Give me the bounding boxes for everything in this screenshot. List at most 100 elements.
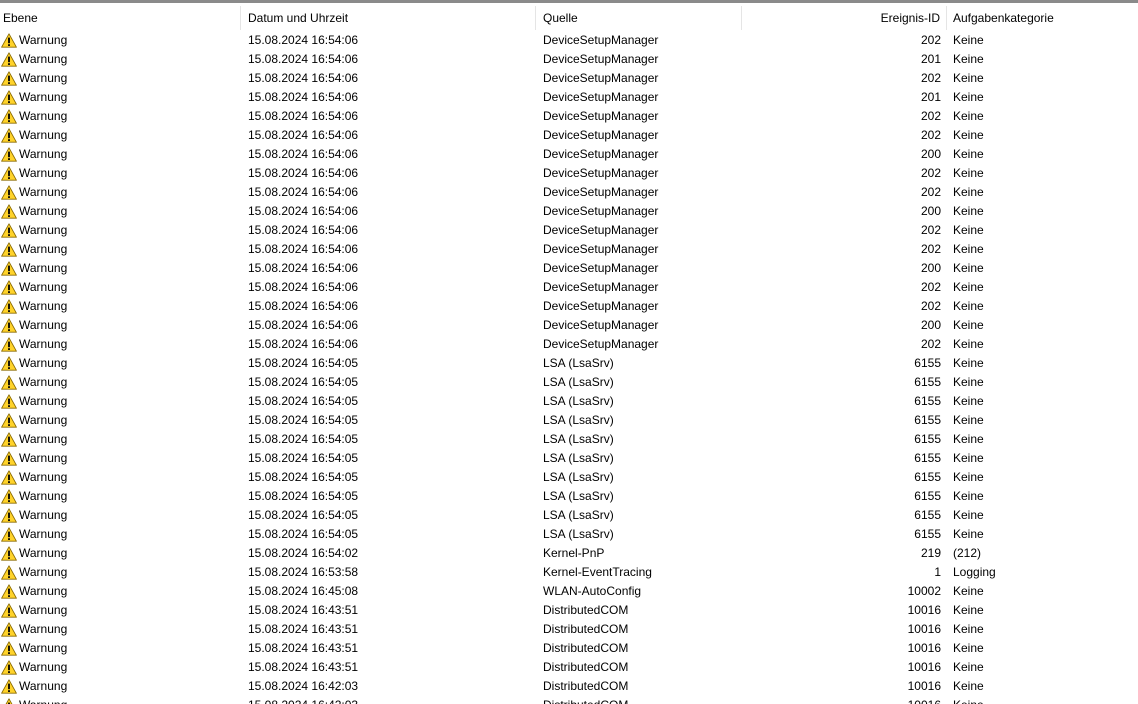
cell-datetime: 15.08.2024 16:54:02 <box>248 546 359 560</box>
cell-task-category: Keine <box>953 394 984 408</box>
table-row[interactable]: Warnung 15.08.2024 16:54:06 DeviceSetupMan… <box>0 297 1138 316</box>
table-row[interactable]: Warnung 15.08.2024 16:54:06 DeviceSetupMan… <box>0 316 1138 335</box>
cell-task-category: Keine <box>953 261 984 275</box>
level-label: Warnung <box>19 223 68 237</box>
cell-event-id: 202 <box>920 71 941 85</box>
cell-task-category: Keine <box>953 470 984 484</box>
cell-event-id: 10016 <box>742 696 947 704</box>
table-row[interactable]: Warnung 15.08.2024 16:54:06 DeviceSetupMan… <box>0 50 1138 69</box>
cell-level: Warnung <box>0 544 241 563</box>
table-row[interactable]: Warnung 15.08.2024 16:54:06 DeviceSetupMan… <box>0 88 1138 107</box>
cell-task-category: Keine <box>953 147 984 161</box>
cell-event-id: 202 <box>920 109 941 123</box>
table-row[interactable]: Warnung 15.08.2024 16:53:58 Kernel-EventTr… <box>0 563 1138 582</box>
table-row[interactable]: Warnung 15.08.2024 16:54:05 LSA (LsaSrv) 61… <box>0 373 1138 392</box>
table-row[interactable]: Warnung 15.08.2024 16:43:51 DistributedCOM… <box>0 658 1138 677</box>
cell-event-id: 6155 <box>914 451 941 465</box>
cell-level: Warnung <box>0 525 241 544</box>
cell-source: DeviceSetupManager <box>543 147 659 161</box>
event-rows: Warnung 15.08.2024 16:54:06 DeviceSetupMan… <box>0 31 1138 704</box>
table-row[interactable]: Warnung 15.08.2024 16:54:05 LSA (LsaSrv) 61… <box>0 487 1138 506</box>
level-label: Warnung <box>19 622 68 636</box>
cell-datetime: 15.08.2024 16:43:51 <box>248 660 359 674</box>
table-row[interactable]: Warnung 15.08.2024 16:54:06 DeviceSetupMan… <box>0 107 1138 126</box>
cell-level: Warnung <box>0 107 241 126</box>
cell-task-category: Keine <box>953 679 984 693</box>
cell-task-category: Keine <box>953 52 984 66</box>
table-row[interactable]: Warnung 15.08.2024 16:54:05 LSA (LsaSrv) 61… <box>0 449 1138 468</box>
table-row[interactable]: Warnung 15.08.2024 16:54:05 LSA (LsaSrv) 61… <box>0 411 1138 430</box>
table-row[interactable]: Warnung 15.08.2024 16:54:05 LSA (LsaSrv) 61… <box>0 430 1138 449</box>
cell-event-id: 219 <box>920 546 941 560</box>
cell-task-category: Keine <box>953 622 984 636</box>
cell-datetime: 15.08.2024 16:54:05 <box>248 356 359 370</box>
cell-source: DeviceSetupManager <box>543 90 659 104</box>
cell-source: DeviceSetupManager <box>543 185 659 199</box>
table-row[interactable]: Warnung 15.08.2024 16:54:06 DeviceSetupMan… <box>0 335 1138 354</box>
column-header-level[interactable]: Ebene <box>0 6 241 30</box>
warning-icon <box>1 280 17 295</box>
cell-task-category: Keine <box>953 375 984 389</box>
warning-icon <box>1 147 17 162</box>
table-row[interactable]: Warnung 15.08.2024 16:54:06 DeviceSetupMan… <box>0 145 1138 164</box>
cell-level: Warnung <box>0 506 241 525</box>
cell-level: Warnung <box>0 468 241 487</box>
table-row[interactable]: Warnung 15.08.2024 16:45:08 WLAN-AutoConfi… <box>0 582 1138 601</box>
table-row[interactable]: Warnung 15.08.2024 16:43:51 DistributedCOM… <box>0 620 1138 639</box>
cell-task-category: Keine <box>953 603 984 617</box>
table-row[interactable]: Warnung 15.08.2024 16:54:06 DeviceSetupMan… <box>0 183 1138 202</box>
cell-source: LSA (LsaSrv) <box>543 470 614 484</box>
table-row[interactable]: Warnung 15.08.2024 16:54:05 LSA (LsaSrv) 61… <box>0 468 1138 487</box>
cell-source: WLAN-AutoConfig <box>543 584 642 598</box>
warning-icon <box>1 508 17 523</box>
cell-level: Warnung <box>0 601 241 620</box>
cell-datetime: 15.08.2024 16:54:06 <box>248 280 359 294</box>
cell-datetime: 15.08.2024 16:54:05 <box>248 489 359 503</box>
column-header-task-category[interactable]: Aufgabenkategorie <box>947 6 1138 30</box>
table-row[interactable]: Warnung 15.08.2024 16:54:06 DeviceSetupMan… <box>0 278 1138 297</box>
cell-level: Warnung <box>0 373 241 392</box>
column-header-datetime[interactable]: Datum und Uhrzeit <box>241 6 536 30</box>
cell-event-id: 6155 <box>914 394 941 408</box>
column-header-source[interactable]: Quelle <box>536 6 742 30</box>
table-row[interactable]: Warnung 15.08.2024 16:43:51 DistributedCOM… <box>0 639 1138 658</box>
table-row[interactable]: Warnung 15.08.2024 16:54:06 DeviceSetupMan… <box>0 240 1138 259</box>
cell-datetime: 15.08.2024 16:54:06 <box>248 318 359 332</box>
table-row[interactable]: Warnung 15.08.2024 16:54:06 DeviceSetupMan… <box>0 31 1138 50</box>
table-row[interactable]: Warnung 15.08.2024 16:54:06 DeviceSetupMan… <box>0 69 1138 88</box>
table-row[interactable]: Warnung 15.08.2024 16:54:06 DeviceSetupMan… <box>0 259 1138 278</box>
table-row[interactable]: Warnung 15.08.2024 16:54:02 Kernel-PnP 219 (… <box>0 544 1138 563</box>
warning-icon <box>5 698 13 704</box>
cell-event-id: 202 <box>920 185 941 199</box>
table-row[interactable]: Warnung 15.08.2024 16:54:06 DeviceSetupMan… <box>0 164 1138 183</box>
level-label: Warnung <box>19 584 68 598</box>
table-row[interactable]: Warnung15.08.2024 16:42:03DistributedCOM… <box>0 677 1138 696</box>
cell-task-category: Keine <box>953 451 984 465</box>
warning-icon <box>1 204 17 219</box>
cell-event-id: 200 <box>920 261 941 275</box>
table-row[interactable]: Warnung 15.08.2024 16:54:06 DeviceSetupMan… <box>0 221 1138 240</box>
level-label: Warnung <box>19 356 68 370</box>
table-row[interactable]: Warnung 15.08.2024 16:43:51 DistributedCOM… <box>0 601 1138 620</box>
cell-level: Warnung <box>0 278 241 297</box>
warning-icon <box>1 470 17 485</box>
cell-task-category: Keine <box>953 337 984 351</box>
table-row[interactable]: Warnung 15.08.2024 16:54:05 LSA (LsaSrv) 61… <box>0 392 1138 411</box>
cell-event-id: 202 <box>920 337 941 351</box>
cell-datetime: 15.08.2024 16:54:06 <box>248 299 359 313</box>
cell-source: LSA (LsaSrv) <box>543 508 614 522</box>
warning-icon <box>1 356 17 371</box>
column-header-event-id[interactable]: Ereignis-ID <box>742 6 947 30</box>
cell-source: DeviceSetupManager <box>543 261 659 275</box>
table-row[interactable]: Warnung 15.08.2024 16:54:05 LSA (LsaSrv) 61… <box>0 525 1138 544</box>
table-row[interactable]: Warnung15.08.2024 16:42:03DistributedCOM… <box>0 696 1138 704</box>
table-row[interactable]: Warnung 15.08.2024 16:54:05 LSA (LsaSrv) 61… <box>0 506 1138 525</box>
table-row[interactable]: Warnung 15.08.2024 16:54:06 DeviceSetupMan… <box>0 126 1138 145</box>
cell-datetime: 15.08.2024 16:54:06 <box>248 337 359 351</box>
cell-task-category: Keine <box>953 584 984 598</box>
cell-source: DeviceSetupManager <box>543 204 659 218</box>
cell-event-id: 202 <box>920 280 941 294</box>
cell-datetime: 15.08.2024 16:42:03 <box>241 696 536 704</box>
table-row[interactable]: Warnung 15.08.2024 16:54:05 LSA (LsaSrv) 61… <box>0 354 1138 373</box>
table-row[interactable]: Warnung 15.08.2024 16:54:06 DeviceSetupMan… <box>0 202 1138 221</box>
